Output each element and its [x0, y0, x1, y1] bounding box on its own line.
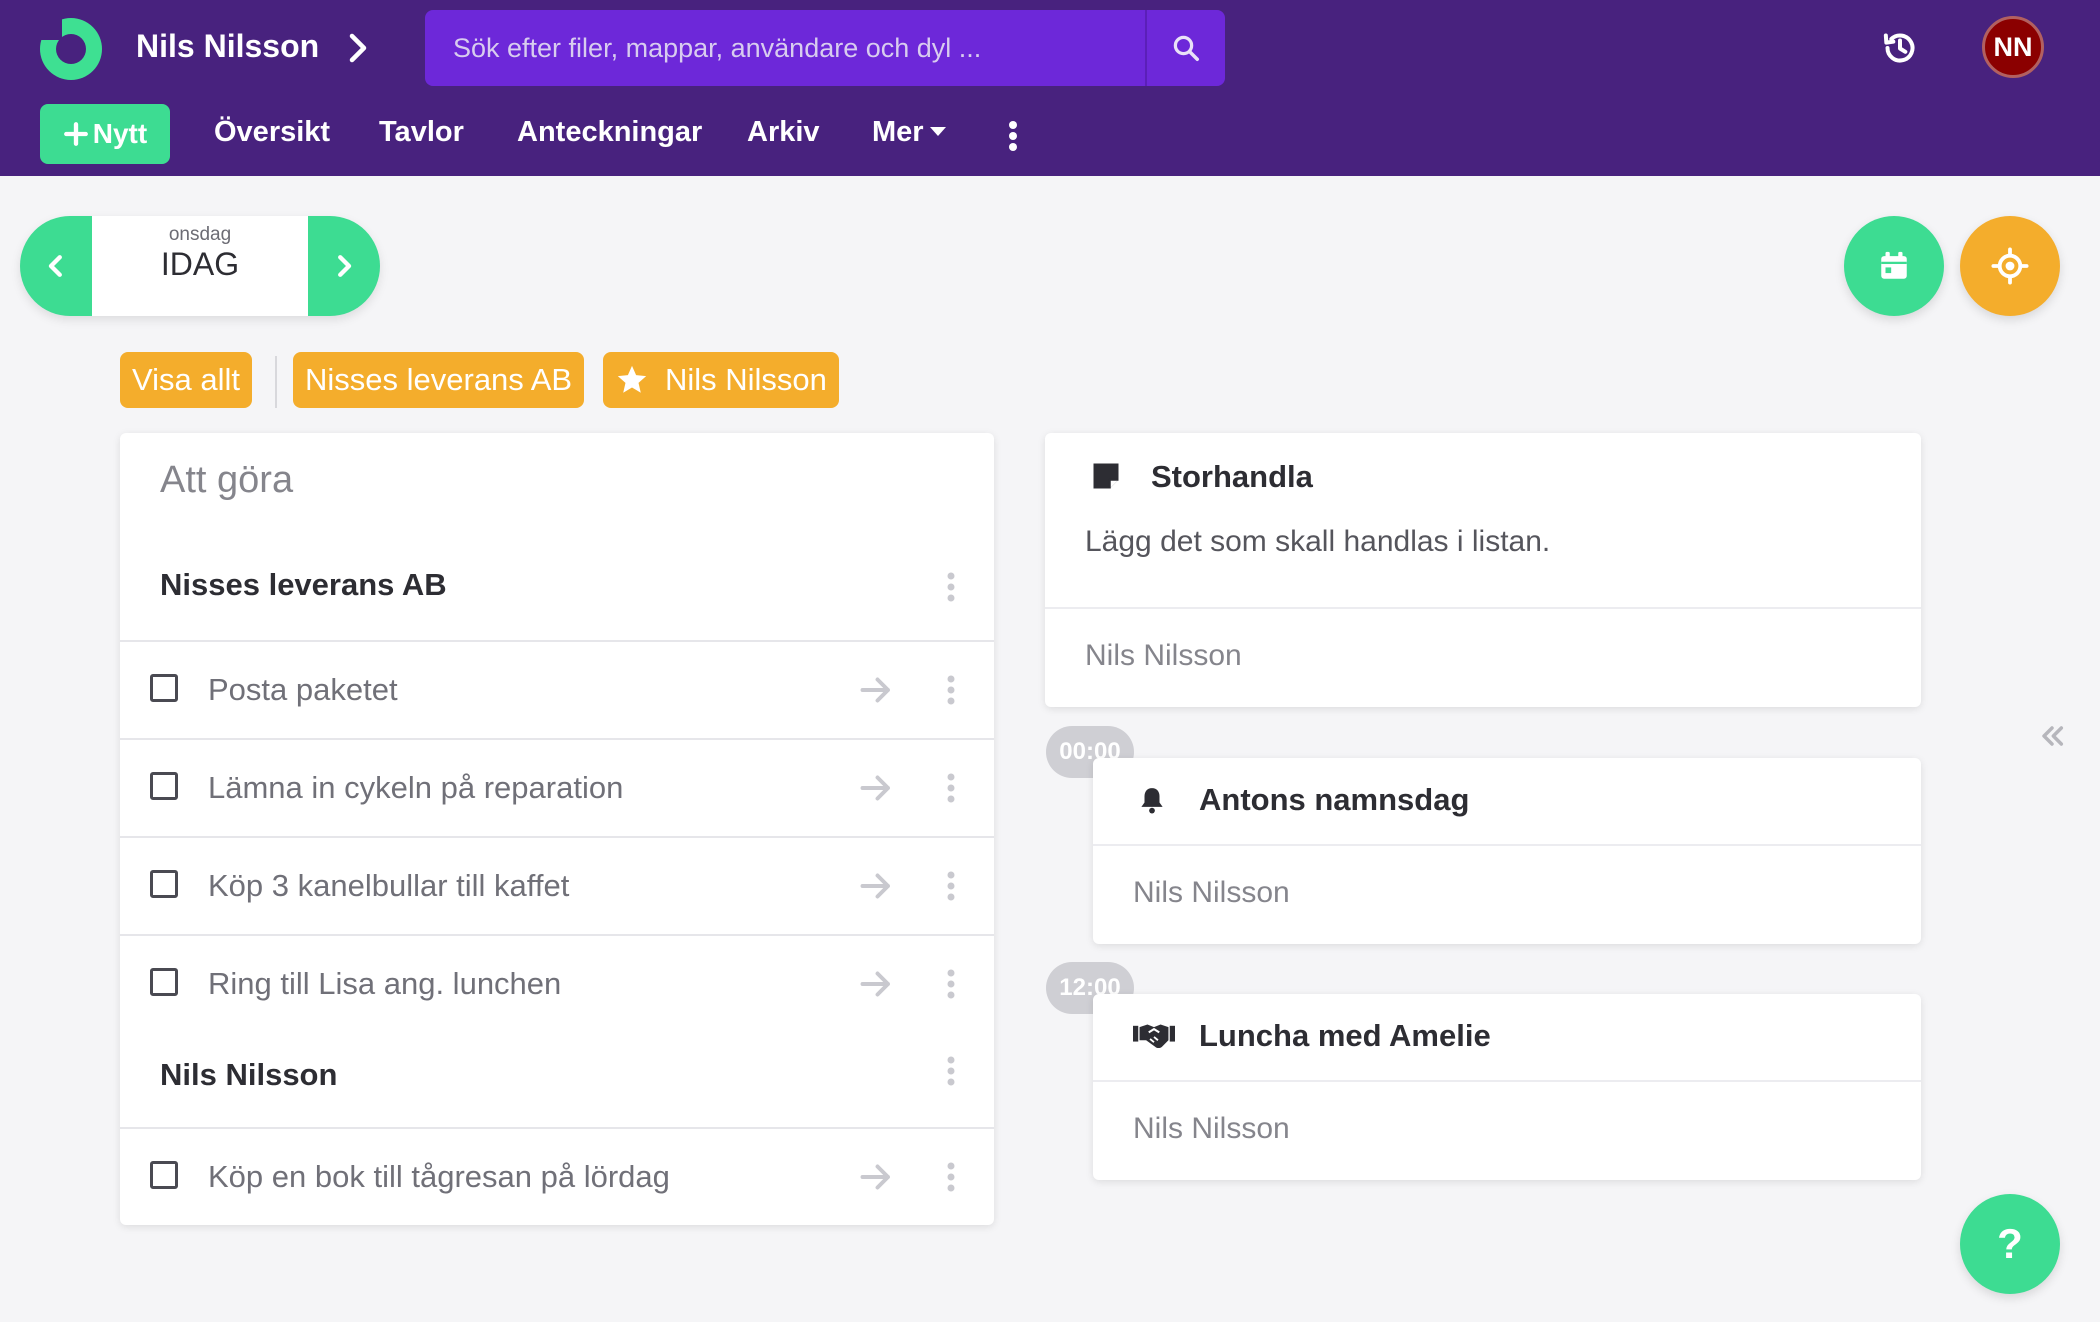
help-button[interactable]: ?	[1960, 1194, 2060, 1294]
new-button[interactable]: Nytt	[40, 104, 170, 164]
todo-group-name: Nils Nilsson	[160, 1057, 338, 1092]
arrow-right-icon[interactable]	[858, 770, 894, 806]
event-title: Luncha med Amelie	[1199, 1018, 1491, 1053]
nav-item-arkiv[interactable]: Arkiv	[747, 116, 820, 149]
chevron-right-icon	[338, 255, 352, 277]
todo-group-name: Nisses leverans AB	[160, 567, 447, 602]
star-icon	[617, 365, 647, 393]
event-card[interactable]: Antons namnsdag Nils Nilsson	[1093, 758, 1921, 944]
note-card[interactable]: Storhandla Lägg det som skall handlas i …	[1045, 433, 1921, 707]
divider	[1093, 1080, 1921, 1082]
workspace-user-name[interactable]: Nils Nilsson	[136, 28, 319, 65]
search-button[interactable]	[1145, 10, 1225, 86]
more-vertical-icon[interactable]	[944, 674, 958, 706]
filter-show-all[interactable]: Visa allt	[120, 352, 252, 408]
task-checkbox[interactable]	[150, 772, 178, 800]
todo-group-header: Nisses leverans AB	[120, 551, 994, 621]
caret-down-icon	[929, 126, 946, 136]
task-checkbox[interactable]	[150, 870, 178, 898]
todo-card: Att göra Nisses leverans AB Posta pakete…	[120, 433, 994, 1225]
event-card[interactable]: Luncha med Amelie Nils Nilsson	[1093, 994, 1921, 1180]
more-vertical-icon[interactable]	[944, 1055, 958, 1087]
search-input[interactable]	[425, 10, 1145, 86]
date-label: IDAG	[160, 246, 240, 282]
task-row: Ring till Lisa ang. lunchen	[120, 936, 994, 1032]
more-vertical-icon[interactable]	[944, 870, 958, 902]
crosshair-icon	[1991, 247, 2029, 285]
event-title: Antons namnsdag	[1199, 782, 1470, 817]
filter-nisses-leverans[interactable]: Nisses leverans AB	[293, 352, 585, 408]
task-checkbox[interactable]	[150, 674, 178, 702]
nav-item-anteckningar[interactable]: Anteckningar	[517, 116, 702, 149]
history-icon[interactable]	[1880, 28, 1920, 68]
task-row: Köp en bok till tågresan på lördag	[120, 1129, 994, 1225]
calendar-icon	[1881, 251, 1907, 279]
more-vertical-icon[interactable]	[944, 772, 958, 804]
date-weekday: onsdag	[168, 224, 232, 245]
more-vertical-icon[interactable]	[944, 571, 958, 603]
task-text[interactable]: Lämna in cykeln på reparation	[208, 770, 623, 806]
task-checkbox[interactable]	[150, 968, 178, 996]
task-row: Köp 3 kanelbullar till kaffet	[120, 838, 994, 934]
task-text[interactable]: Köp en bok till tågresan på lördag	[208, 1159, 670, 1195]
arrow-right-icon[interactable]	[858, 966, 894, 1002]
arrow-right-icon[interactable]	[858, 1159, 894, 1195]
locate-button[interactable]	[1960, 216, 2060, 316]
plus-icon	[63, 122, 88, 146]
chevron-left-icon	[48, 255, 62, 277]
handshake-icon	[1133, 1024, 1175, 1049]
date-navigator: onsdag IDAG	[20, 216, 380, 316]
note-body: Lägg det som skall handlas i listan.	[1085, 525, 1551, 558]
search-icon	[1173, 35, 1199, 61]
todo-group-header: Nils Nilsson	[120, 1041, 994, 1111]
next-day-button[interactable]	[308, 216, 380, 316]
more-vertical-icon[interactable]	[1006, 120, 1020, 152]
note-icon	[1093, 463, 1119, 489]
app-logo-notch	[40, 18, 62, 40]
task-text[interactable]: Posta paketet	[208, 672, 398, 708]
divider	[1093, 844, 1921, 846]
new-button-label: Nytt	[92, 118, 148, 149]
arrow-right-icon[interactable]	[858, 672, 894, 708]
task-text[interactable]: Köp 3 kanelbullar till kaffet	[208, 868, 569, 904]
user-avatar[interactable]: NN	[1982, 16, 2044, 78]
chevrons-left-icon[interactable]	[2036, 720, 2068, 752]
nav-item-mer[interactable]: Mer	[872, 116, 946, 149]
current-date[interactable]: onsdag IDAG	[92, 216, 308, 316]
note-title: Storhandla	[1151, 459, 1313, 494]
task-row: Lämna in cykeln på reparation	[120, 740, 994, 836]
filter-nils-nilsson-label: Nils Nilsson	[665, 362, 827, 397]
more-vertical-icon[interactable]	[944, 968, 958, 1000]
event-owner: Nils Nilsson	[1133, 1112, 1290, 1145]
arrow-right-icon[interactable]	[858, 868, 894, 904]
nav-item-tavlor[interactable]: Tavlor	[379, 116, 464, 149]
task-row: Posta paketet	[120, 642, 994, 738]
filter-nils-nilsson[interactable]: Nils Nilsson	[603, 352, 839, 408]
event-owner: Nils Nilsson	[1133, 876, 1290, 909]
previous-day-button[interactable]	[20, 216, 92, 316]
nav-item-mer-label: Mer	[872, 116, 924, 148]
filter-separator	[275, 356, 277, 408]
task-checkbox[interactable]	[150, 1161, 178, 1189]
note-owner: Nils Nilsson	[1085, 639, 1242, 672]
divider	[1045, 607, 1921, 609]
nav-item-oversikt[interactable]: Översikt	[214, 116, 330, 149]
search-bar	[425, 10, 1225, 86]
more-vertical-icon[interactable]	[944, 1161, 958, 1193]
bell-icon	[1141, 788, 1163, 814]
task-text[interactable]: Ring till Lisa ang. lunchen	[208, 966, 561, 1002]
top-header: Nils Nilsson NN Nytt Översikt Tavlor Ant…	[0, 0, 2100, 176]
todo-title: Att göra	[160, 459, 294, 501]
chevron-right-icon[interactable]	[340, 30, 376, 66]
calendar-button[interactable]	[1844, 216, 1944, 316]
